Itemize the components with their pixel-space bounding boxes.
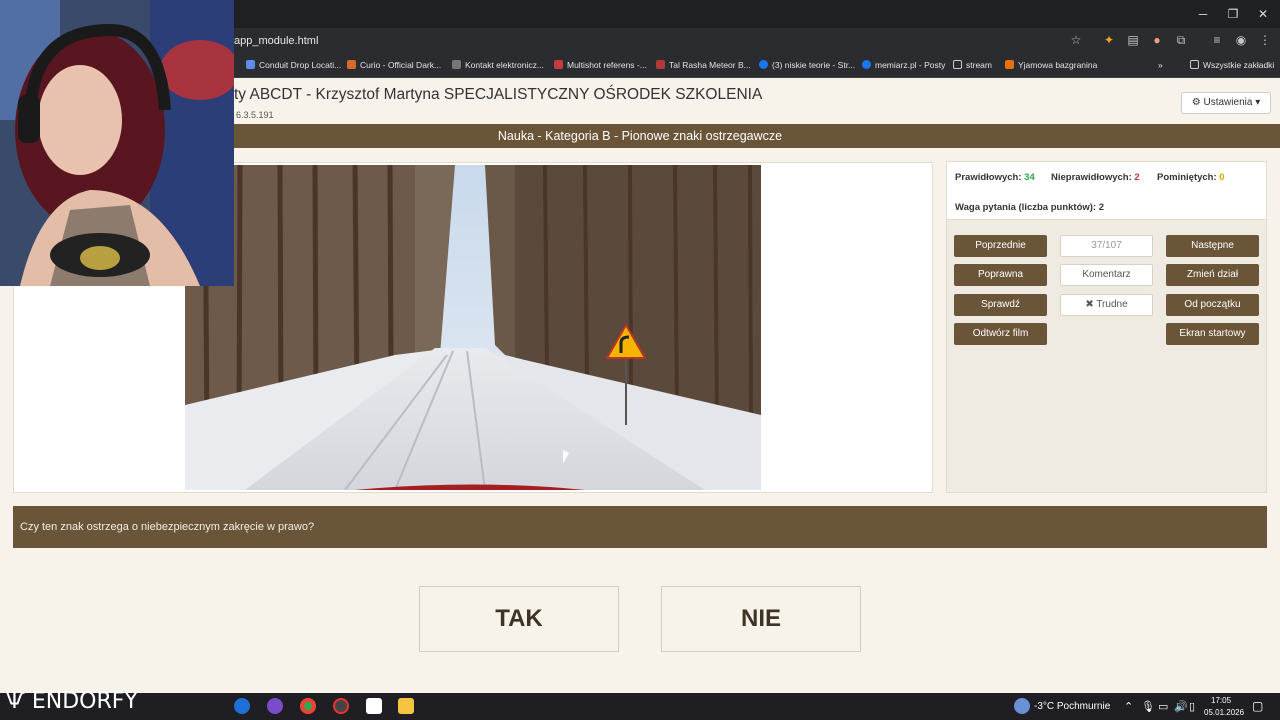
- taskbar: -3°C Pochmurnie ⌃ 🎙 ▭ 🔊 ▯ 17:05 05.01.20…: [0, 693, 1280, 720]
- next-button[interactable]: Następne: [1166, 235, 1259, 257]
- stats-summary: Prawidłowych: 34 Nieprawidłowych: 2 Pomi…: [947, 162, 1266, 220]
- app-icon[interactable]: [366, 698, 382, 714]
- bookmark-icon: [347, 60, 356, 69]
- correct-count: Prawidłowych: 34: [955, 172, 1035, 183]
- facebook-icon: [759, 60, 768, 69]
- edge-icon[interactable]: [234, 698, 250, 714]
- bookmark-icon: [554, 60, 563, 69]
- streamer-watermark: Ѱ ENDORFY: [6, 689, 138, 714]
- webcam-feed: [0, 0, 234, 286]
- bookmark-item[interactable]: memiarz.pl - Posty: [862, 60, 945, 70]
- restore-icon[interactable]: ❐: [1218, 0, 1248, 28]
- skipped-count: Pominiętych: 0: [1157, 172, 1225, 183]
- bookmark-item[interactable]: Tal Rasha Meteor B...: [656, 60, 751, 70]
- folder-icon: [1190, 60, 1199, 69]
- answer-no-button[interactable]: NIE: [661, 586, 861, 652]
- notifications-icon[interactable]: ▢: [1252, 699, 1263, 713]
- comment-button[interactable]: Komentarz: [1060, 264, 1153, 286]
- puzzle-icon[interactable]: ⧉: [1172, 33, 1190, 48]
- page-icon[interactable]: ▤: [1124, 33, 1142, 47]
- minimize-icon[interactable]: ─: [1188, 0, 1218, 28]
- clock-date[interactable]: 05.01.2026: [1204, 708, 1244, 717]
- change-section-button[interactable]: Zmień dział: [1166, 264, 1259, 286]
- question-video[interactable]: [185, 165, 761, 490]
- bookmark-item[interactable]: (3) niskie teorie - Str...: [759, 60, 855, 70]
- obs-icon[interactable]: [333, 698, 349, 714]
- chrome-icon[interactable]: [300, 698, 316, 714]
- facebook-icon: [862, 60, 871, 69]
- close-icon[interactable]: ✕: [1248, 0, 1278, 28]
- from-start-button[interactable]: Od początku: [1166, 294, 1259, 316]
- bookmark-icon: [656, 60, 665, 69]
- bookmark-icon: [246, 60, 255, 69]
- bookmark-item[interactable]: Yjamowa bazgranina: [1005, 60, 1097, 70]
- bookmark-icon: [452, 60, 461, 69]
- version-label: 6.3.5.191: [236, 110, 274, 120]
- clock-time[interactable]: 17:05: [1211, 696, 1231, 705]
- app-icon[interactable]: [267, 698, 283, 714]
- question-text: Czy ten znak ostrzega o niebezpiecznym z…: [13, 506, 1267, 548]
- bookmark-item[interactable]: Curio - Official Dark...: [347, 60, 441, 70]
- caret-down-icon: ▾: [1255, 97, 1261, 108]
- endorfy-logo-icon: Ѱ: [6, 689, 25, 714]
- mouse-cursor-icon: [563, 450, 569, 463]
- winter-road-scene: [185, 165, 761, 490]
- tray-chevron-icon[interactable]: ⌃: [1124, 700, 1133, 713]
- difficult-button[interactable]: ✖ Trudne: [1060, 294, 1153, 316]
- check-button[interactable]: Sprawdź: [954, 294, 1047, 316]
- correct-answer-button[interactable]: Poprawna: [954, 264, 1047, 286]
- wrong-count: Nieprawidłowych: 2: [1051, 172, 1140, 183]
- chevron-right-icon[interactable]: »: [1158, 60, 1163, 70]
- play-video-button[interactable]: Odtwórz film: [954, 323, 1047, 345]
- volume-icon[interactable]: 🔊: [1174, 700, 1188, 713]
- playlist-icon[interactable]: ≡: [1208, 33, 1226, 47]
- bookmark-item[interactable]: Kontakt elektronicz...: [452, 60, 544, 70]
- all-bookmarks[interactable]: Wszystkie zakładki: [1190, 60, 1274, 70]
- star-icon[interactable]: ☆: [1067, 33, 1085, 47]
- previous-button[interactable]: Poprzednie: [954, 235, 1047, 257]
- bookmark-icon: [1005, 60, 1014, 69]
- start-screen-button[interactable]: Ekran startowy: [1166, 323, 1259, 345]
- battery-icon[interactable]: ▯: [1189, 700, 1195, 713]
- gear-icon: ⚙: [1191, 97, 1201, 108]
- bookmark-folder[interactable]: stream: [953, 60, 992, 70]
- bookmark-item[interactable]: Multishot referens -...: [554, 60, 647, 70]
- answer-yes-button[interactable]: TAK: [419, 586, 619, 652]
- folder-icon[interactable]: [398, 698, 414, 714]
- settings-button[interactable]: ⚙ Ustawienia ▾: [1181, 92, 1271, 114]
- weather-text[interactable]: -3°C Pochmurnie: [1034, 701, 1110, 712]
- bookmark-item[interactable]: Conduit Drop Locati...: [246, 60, 341, 70]
- menu-icon[interactable]: ⋮: [1256, 33, 1274, 47]
- extension-icon[interactable]: ●: [1148, 33, 1166, 47]
- url-text[interactable]: app_module.html: [234, 35, 318, 47]
- webcam-overlay: [0, 0, 234, 286]
- weather-icon: [1014, 698, 1030, 714]
- question-weight: Waga pytania (liczba punktów): 2: [955, 202, 1105, 213]
- page-title: ty ABCDT - Krzysztof Martyna SPECJALISTY…: [234, 86, 763, 103]
- folder-icon: [953, 60, 962, 69]
- network-icon[interactable]: ▭: [1158, 700, 1168, 713]
- microphone-icon[interactable]: 🎙: [1141, 700, 1155, 713]
- profile-icon[interactable]: ◉: [1232, 33, 1250, 47]
- question-counter: 37/107: [1060, 235, 1153, 257]
- extension-icon[interactable]: ✦: [1100, 33, 1118, 47]
